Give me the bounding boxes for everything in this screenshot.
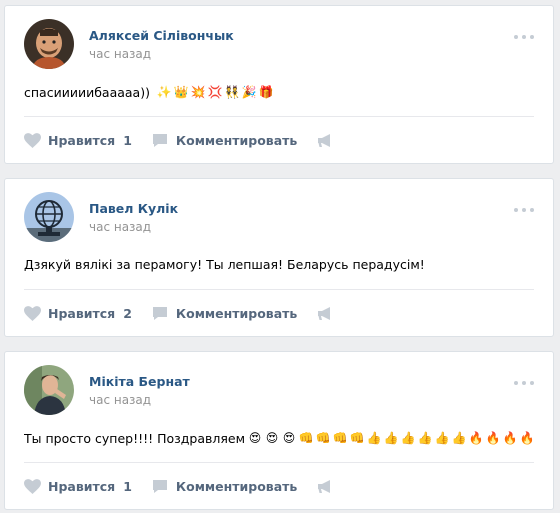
author-name[interactable]: Мікіта Бернат bbox=[89, 374, 190, 389]
post-text: спасииииибааааа)) ✨ 👑 💥 💢 👯 🎉 🎁 bbox=[24, 84, 539, 100]
emoji: 🔥 bbox=[485, 431, 501, 445]
like-count: 2 bbox=[123, 305, 132, 321]
comment-button[interactable]: Комментировать bbox=[152, 133, 297, 148]
divider bbox=[24, 462, 534, 463]
comment-label: Комментировать bbox=[175, 132, 298, 148]
author-name[interactable]: Павел Кулік bbox=[89, 201, 178, 216]
emoji: 💥 bbox=[190, 85, 206, 99]
emoji: 👍 bbox=[417, 431, 433, 445]
emoji: 👍 bbox=[434, 431, 450, 445]
emoji: 👍 bbox=[383, 431, 399, 445]
more-icon[interactable] bbox=[514, 34, 534, 40]
post-text-body: Ты просто супер!!!! Поздравляем bbox=[24, 430, 246, 446]
emoji: 👍 bbox=[400, 431, 416, 445]
heart-icon bbox=[24, 478, 41, 494]
emoji: 👍 bbox=[451, 431, 467, 445]
heart-icon bbox=[24, 132, 41, 148]
divider bbox=[24, 289, 534, 290]
comment-icon bbox=[152, 306, 167, 320]
emoji-row: ✨ 👑 💥 💢 👯 🎉 🎁 bbox=[156, 84, 275, 100]
megaphone-icon bbox=[318, 479, 331, 493]
heart-icon bbox=[24, 305, 41, 321]
like-button[interactable]: Нравится 1 bbox=[24, 133, 132, 148]
more-icon[interactable] bbox=[514, 380, 534, 386]
like-label: Нравится bbox=[48, 478, 116, 494]
post-card: Аляксей Сілівончык час назад спасиииииба… bbox=[4, 5, 554, 164]
share-button[interactable] bbox=[317, 479, 333, 494]
avatar[interactable] bbox=[24, 192, 74, 242]
like-button[interactable]: Нравится 2 bbox=[24, 306, 132, 321]
author-name[interactable]: Аляксей Сілівончык bbox=[89, 28, 234, 43]
post-card: Мікіта Бернат час назад Ты просто супер!… bbox=[4, 351, 554, 510]
comment-button[interactable]: Комментировать bbox=[152, 306, 297, 321]
post-actions: Нравится 2 Комментировать bbox=[24, 303, 333, 323]
emoji: 👊 bbox=[332, 431, 348, 445]
post-time[interactable]: час назад bbox=[89, 220, 151, 234]
emoji: 👍 bbox=[366, 431, 382, 445]
post-time[interactable]: час назад bbox=[89, 47, 151, 61]
like-count: 1 bbox=[123, 478, 132, 494]
like-label: Нравится bbox=[48, 305, 116, 321]
avatar[interactable] bbox=[24, 365, 74, 415]
share-button[interactable] bbox=[317, 133, 333, 148]
emoji: 👊 bbox=[315, 431, 331, 445]
emoji: 😍 bbox=[265, 431, 279, 445]
emoji: 🎁 bbox=[258, 85, 274, 99]
post-actions: Нравится 1 Комментировать bbox=[24, 130, 333, 150]
post-time[interactable]: час назад bbox=[89, 393, 151, 407]
more-icon[interactable] bbox=[514, 207, 534, 213]
emoji: 🔥 bbox=[519, 431, 535, 445]
emoji-row: 😍 😍 😍 👊 👊 👊 👊 👍 👍 👍 👍 👍 👍 🔥 🔥 🔥 🔥 bbox=[247, 430, 536, 446]
comment-label: Комментировать bbox=[175, 305, 298, 321]
like-count: 1 bbox=[123, 132, 132, 148]
avatar[interactable] bbox=[24, 19, 74, 69]
like-label: Нравится bbox=[48, 132, 116, 148]
emoji: 👑 bbox=[173, 85, 189, 99]
emoji: 🔥 bbox=[502, 431, 518, 445]
megaphone-icon bbox=[318, 306, 331, 320]
emoji: 👯 bbox=[224, 85, 240, 99]
emoji: 😍 bbox=[248, 431, 262, 445]
post-text-body: Дзякуй вялікі за перамогу! Ты лепшая! Бе… bbox=[24, 257, 425, 272]
post-text-body: спасииииибааааа)) bbox=[24, 84, 150, 100]
post-actions: Нравится 1 Комментировать bbox=[24, 476, 333, 496]
emoji: 👊 bbox=[349, 431, 365, 445]
comment-label: Комментировать bbox=[175, 478, 298, 494]
emoji: 😍 bbox=[282, 431, 296, 445]
like-button[interactable]: Нравится 1 bbox=[24, 479, 132, 494]
divider bbox=[24, 116, 534, 117]
emoji: ✨ bbox=[156, 85, 172, 99]
megaphone-icon bbox=[318, 133, 331, 147]
comment-icon bbox=[152, 133, 167, 147]
emoji: 💢 bbox=[207, 85, 223, 99]
emoji: 🔥 bbox=[468, 431, 484, 445]
post-card: Павел Кулік час назад Дзякуй вялікі за п… bbox=[4, 178, 554, 337]
share-button[interactable] bbox=[317, 306, 333, 321]
emoji: 🎉 bbox=[241, 85, 257, 99]
post-text: Дзякуй вялікі за перамогу! Ты лепшая! Бе… bbox=[24, 257, 539, 272]
emoji: 👊 bbox=[298, 431, 314, 445]
comment-button[interactable]: Комментировать bbox=[152, 479, 297, 494]
post-text: Ты просто супер!!!! Поздравляем 😍 😍 😍 👊 … bbox=[24, 430, 539, 446]
comment-icon bbox=[152, 479, 167, 493]
